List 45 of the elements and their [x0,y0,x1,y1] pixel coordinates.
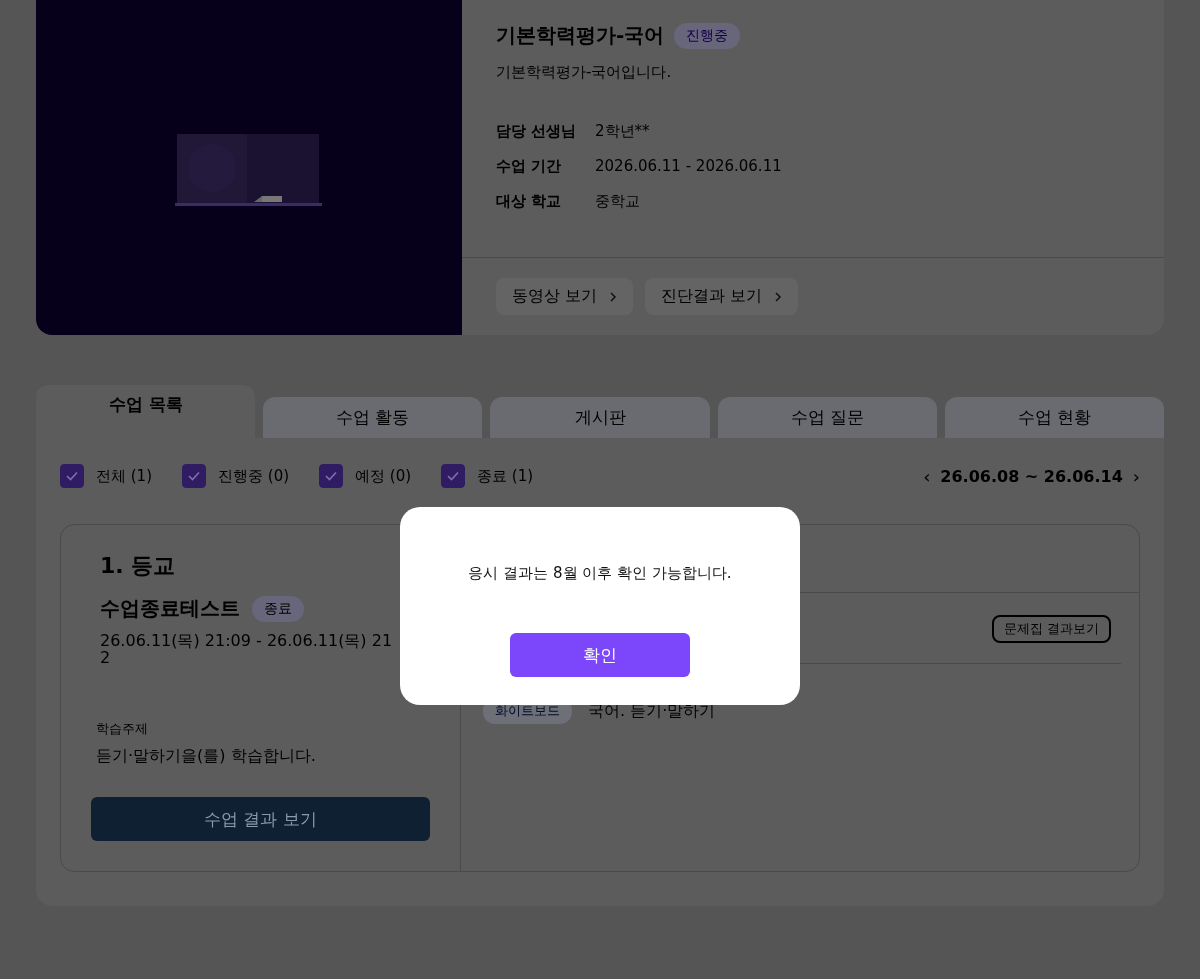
check-icon [187,469,201,483]
filter-label: 진행중 (0) [218,466,290,486]
date-range: 26.06.08 ~ 26.06.14 [940,466,1123,486]
topic-label: 학습주제 [96,720,149,738]
info-label: 대상 학교 [496,192,563,211]
info-value: 중학교 [595,192,641,211]
dialog-message: 응시 결과는 8월 이후 확인 가능합니다. [468,564,732,583]
filter-label: 종료 (1) [477,466,534,486]
filter-label: 예정 (0) [355,466,412,486]
confirm-button[interactable]: 확인 [510,633,690,677]
info-label: 수업 기간 [496,157,563,176]
status-badge: 종료 [252,595,304,622]
lesson-number: 1. 등교 [100,552,177,580]
view-button[interactable]: 동영상 보기 [496,278,634,315]
next-button[interactable]: › [1132,465,1140,487]
chevron-right-icon [609,290,618,303]
course-description: 기본학력평가-국어입니다. [496,63,673,82]
info-value: 2학년** [595,122,651,141]
previous-button[interactable]: ‹ [923,465,931,487]
workbook-result-button[interactable]: 문제집 결과보기 [991,615,1111,643]
info-value: 2026.06.11 - 2026.06.11 [595,157,783,176]
checkbox[interactable] [319,464,344,488]
lesson-time: 26.06.11(목) 21:09 - 26.06.11(목) 21 [100,632,394,649]
filter-label: 전체 (1) [96,466,152,486]
info-label: 담당 선생님 [496,122,578,141]
check-icon [65,469,79,483]
tab[interactable]: 수업 질문 [717,397,937,438]
checkbox[interactable] [60,464,84,488]
activity-title: 국어. 듣기·말하기 [588,700,716,722]
checkbox[interactable] [182,464,206,488]
result-button[interactable]: 수업 결과 보기 [91,797,430,841]
course-title: 기본학력평가-국어 [496,22,665,49]
tab[interactable]: 수업 활동 [263,397,483,438]
tab[interactable]: 수업 현황 [944,397,1164,438]
chevron-right-icon [774,290,783,303]
check-icon [446,469,461,483]
checkbox[interactable] [441,464,466,488]
topic-text: 듣기·말하기을(를) 학습합니다. [96,746,317,767]
view-button[interactable]: 진단결과 보기 [645,278,799,315]
lesson-title: 수업종료테스트 [100,595,240,622]
tab[interactable]: 수업 목록 [36,385,256,438]
status-badge: 진행중 [674,22,741,49]
check-icon [324,469,339,483]
lesson-time: 2 [100,649,111,666]
tab[interactable]: 게시판 [490,397,710,438]
